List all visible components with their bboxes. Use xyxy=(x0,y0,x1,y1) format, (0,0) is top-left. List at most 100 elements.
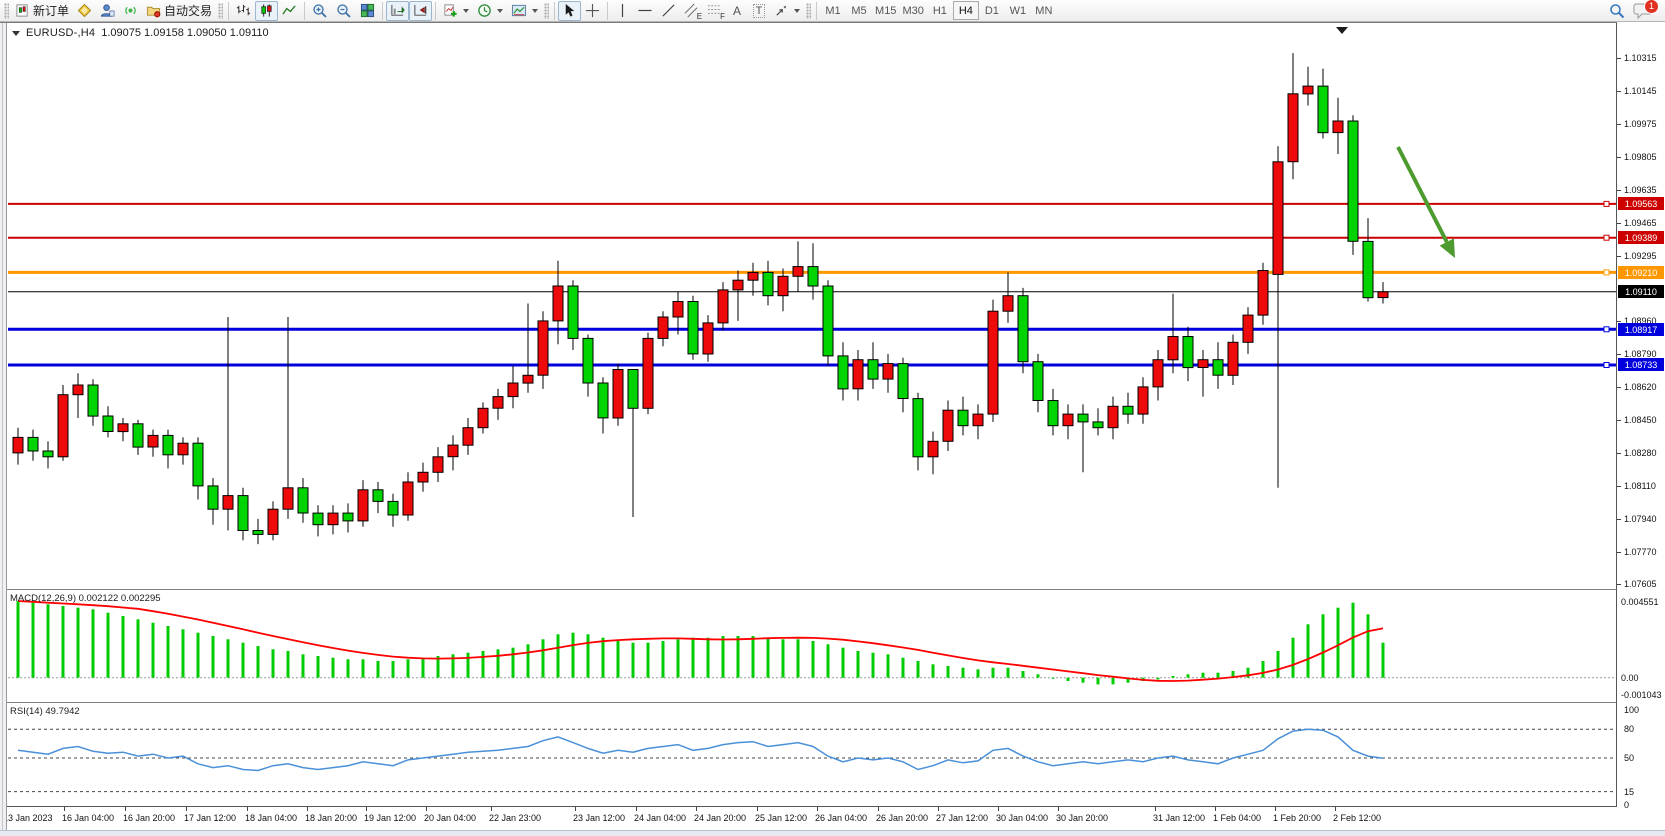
macd-histogram-bar xyxy=(1262,661,1265,678)
macd-histogram-bar xyxy=(1277,651,1280,678)
channel-tool-button[interactable]: E xyxy=(680,1,703,21)
arrows-tool-icon xyxy=(774,3,789,18)
text-label-tool-button[interactable]: T xyxy=(748,1,770,21)
new-order-icon xyxy=(15,3,30,18)
zoom-in-button[interactable] xyxy=(308,1,332,21)
candle xyxy=(1048,389,1058,436)
tab-timeframe-d1[interactable]: D1 xyxy=(979,1,1005,20)
zoom-out-button[interactable] xyxy=(332,1,356,21)
macd-histogram-bar xyxy=(1067,678,1070,681)
toolbar-grip[interactable] xyxy=(544,3,549,19)
macd-histogram-bar xyxy=(62,606,65,678)
editor-button[interactable] xyxy=(73,1,96,21)
macd-histogram-bar xyxy=(47,604,50,677)
signals-button[interactable] xyxy=(119,1,142,21)
candle xyxy=(13,428,23,465)
candle-body xyxy=(448,445,458,457)
price-tick-label: 1.10145 xyxy=(1624,86,1657,96)
fibonacci-tool-letter: F xyxy=(720,12,725,21)
candle-body xyxy=(1063,414,1073,426)
line-chart-button[interactable] xyxy=(278,1,301,21)
signals-icon xyxy=(123,3,138,18)
chart-header: EURUSD-,H4 1.09075 1.09158 1.09050 1.091… xyxy=(12,27,269,39)
macd-indicator-pane[interactable] xyxy=(8,591,1616,701)
candlestick-chart-button[interactable] xyxy=(255,1,278,21)
candle-body xyxy=(568,286,578,338)
pane-separator[interactable] xyxy=(0,702,1665,704)
crosshair-button[interactable] xyxy=(581,1,604,21)
price-tick-mark xyxy=(1617,387,1621,388)
line-handle[interactable] xyxy=(1604,270,1609,275)
time-axis[interactable]: 13 Jan 202316 Jan 04:0016 Jan 20:0017 Ja… xyxy=(0,807,1665,830)
macd-histogram-bar xyxy=(842,648,845,678)
pane-separator[interactable] xyxy=(0,589,1665,591)
candle-body xyxy=(643,338,653,408)
candle-body xyxy=(688,302,698,354)
panel-splitter[interactable] xyxy=(0,23,7,830)
candle-body xyxy=(13,437,23,453)
autotrading-button[interactable]: 自动交易 xyxy=(142,1,216,21)
tab-timeframe-m1[interactable]: M1 xyxy=(820,1,846,20)
candle xyxy=(118,418,128,441)
trendline-tool-button[interactable] xyxy=(657,1,680,21)
chart-shift-button[interactable] xyxy=(409,1,432,21)
autotrading-label: 自动交易 xyxy=(164,2,212,19)
rsi-indicator-pane[interactable] xyxy=(8,704,1616,806)
macd-histogram-bar xyxy=(1292,638,1295,678)
cursor-button[interactable] xyxy=(558,1,581,21)
candle xyxy=(988,300,998,422)
tab-timeframe-mn[interactable]: MN xyxy=(1031,1,1057,20)
candle-body xyxy=(388,501,398,515)
tile-windows-button[interactable] xyxy=(356,1,379,21)
collapse-chart-icon[interactable] xyxy=(12,31,20,36)
chat-button[interactable]: 1 xyxy=(1633,1,1655,21)
bar-chart-button[interactable] xyxy=(232,1,255,21)
auto-scroll-button[interactable] xyxy=(386,1,409,21)
price-chart-pane[interactable] xyxy=(8,23,1616,588)
toolbar-grip[interactable] xyxy=(806,3,811,19)
tab-timeframe-m15[interactable]: M15 xyxy=(872,1,899,20)
price-tick-mark xyxy=(1617,223,1621,224)
tab-timeframe-w1[interactable]: W1 xyxy=(1005,1,1031,20)
tab-timeframe-m30[interactable]: M30 xyxy=(899,1,926,20)
toolbar-grip[interactable] xyxy=(218,3,223,19)
vertical-line-tool-button[interactable] xyxy=(611,1,633,21)
templates-button[interactable] xyxy=(507,1,542,21)
arrows-tool-button[interactable] xyxy=(770,1,804,21)
line-handle[interactable] xyxy=(1604,201,1609,206)
add-indicator-button[interactable] xyxy=(439,1,473,21)
tab-timeframe-m5[interactable]: M5 xyxy=(846,1,872,20)
line-handle[interactable] xyxy=(1604,363,1609,368)
chart-shift-marker[interactable] xyxy=(1336,27,1348,34)
candle xyxy=(943,401,953,452)
time-tick-mark xyxy=(998,807,999,811)
candle-body xyxy=(763,272,773,295)
candle-body xyxy=(223,496,233,510)
line-handle[interactable] xyxy=(1604,235,1609,240)
toolbar-grip[interactable] xyxy=(4,3,9,19)
fibonacci-tool-button[interactable]: F xyxy=(703,1,726,21)
crosshair-icon xyxy=(585,3,600,18)
time-tick-label: 31 Jan 12:00 xyxy=(1153,813,1205,823)
price-axis[interactable]: 1.103151.101451.099751.098051.096351.094… xyxy=(1617,22,1665,807)
price-tick-label: 1.08450 xyxy=(1624,415,1657,425)
tab-timeframe-h4[interactable]: H4 xyxy=(953,1,979,20)
periods-button[interactable] xyxy=(473,1,507,21)
new-order-button[interactable]: 新订单 xyxy=(11,1,73,21)
search-icon[interactable] xyxy=(1609,3,1625,19)
macd-histogram-bar xyxy=(1352,603,1355,678)
profile-button[interactable] xyxy=(96,1,119,21)
line-handle[interactable] xyxy=(1604,327,1609,332)
bar-chart-icon xyxy=(236,3,251,18)
annotation-arrow-shaft[interactable] xyxy=(1398,147,1447,242)
time-tick-label: 26 Jan 04:00 xyxy=(815,813,867,823)
macd-tick-label: 0.004551 xyxy=(1621,597,1659,607)
candle xyxy=(283,317,293,519)
macd-histogram-bar xyxy=(122,616,125,678)
macd-histogram-bar xyxy=(962,668,965,678)
candle xyxy=(583,335,593,397)
cursor-icon xyxy=(562,3,577,18)
text-tool-button[interactable]: A xyxy=(726,1,748,21)
tab-timeframe-h1[interactable]: H1 xyxy=(927,1,953,20)
horizontal-line-tool-button[interactable] xyxy=(633,1,657,21)
